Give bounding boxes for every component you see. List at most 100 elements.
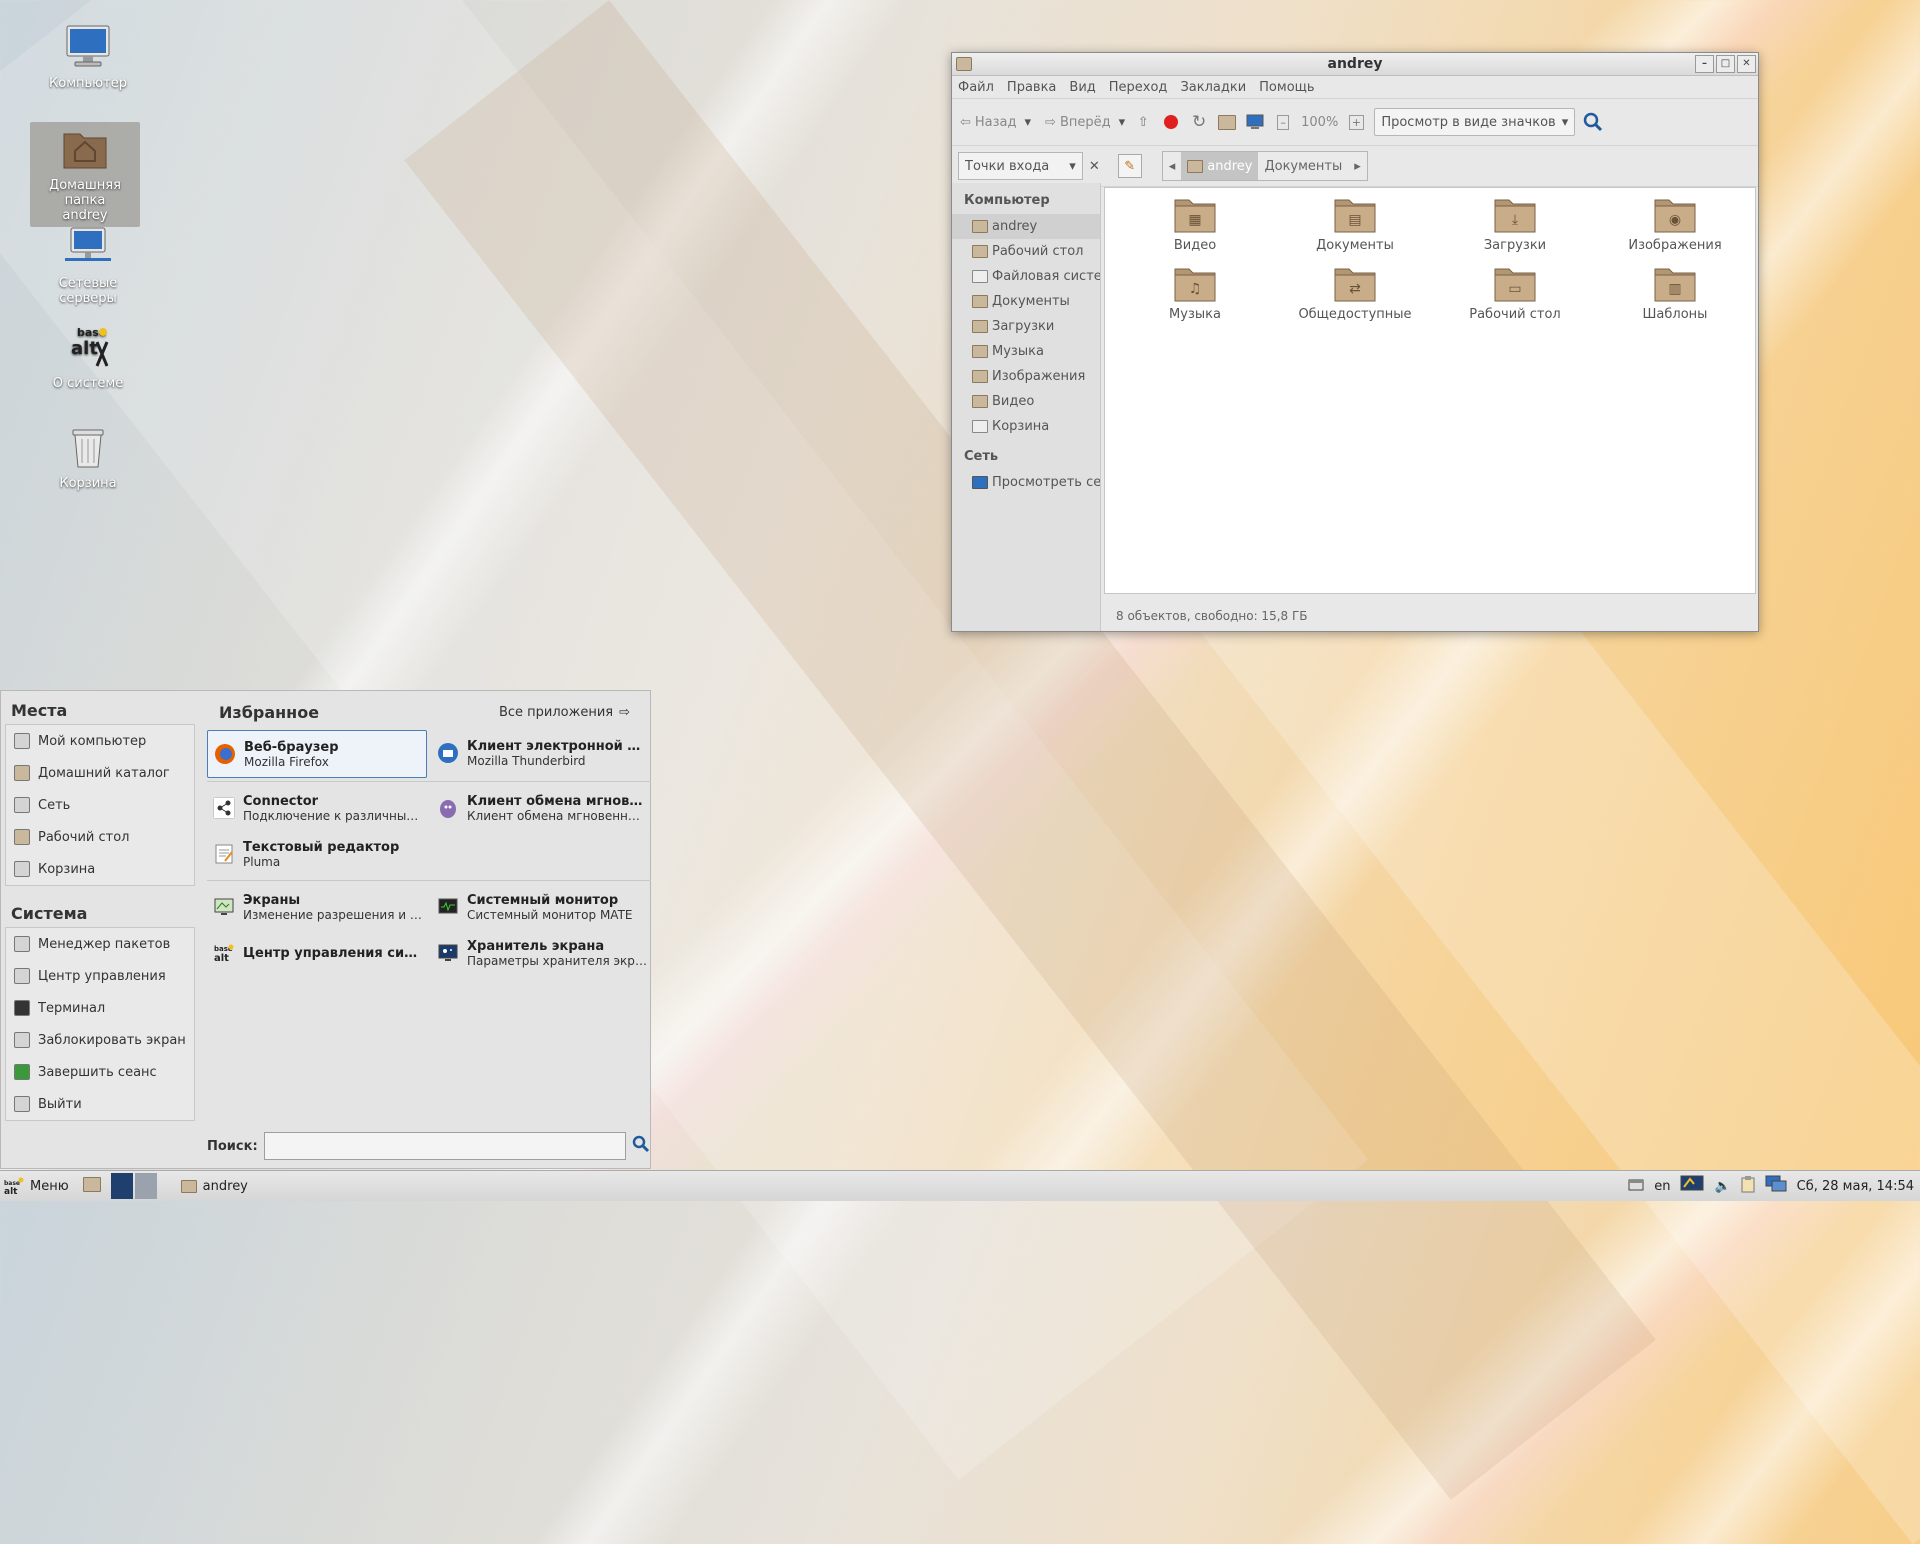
place-network[interactable]: Сеть bbox=[6, 789, 194, 821]
desktop-icon-network-servers[interactable]: Сетевые серверы bbox=[33, 222, 143, 306]
launcher-home-folder[interactable] bbox=[82, 1176, 101, 1196]
path-crumb-andrey[interactable]: andrey bbox=[1181, 152, 1259, 180]
menu-file[interactable]: Файл bbox=[958, 80, 994, 95]
path-scroll-right[interactable]: ▸ bbox=[1348, 152, 1367, 180]
place-home[interactable]: Домашний каталог bbox=[6, 757, 194, 789]
zoom-in-button[interactable]: + bbox=[1346, 112, 1366, 132]
sidebar-item-music[interactable]: Музыка bbox=[952, 339, 1100, 364]
system-logout[interactable]: Завершить сеанс bbox=[6, 1056, 194, 1088]
folder-item-pictures[interactable]: ◉ Изображения bbox=[1595, 194, 1755, 253]
sidebar-item-videos[interactable]: Видео bbox=[952, 389, 1100, 414]
home-button[interactable] bbox=[1217, 112, 1237, 132]
sidebar-item-documents[interactable]: Документы bbox=[952, 289, 1100, 314]
window-titlebar[interactable]: andrey – □ ✕ bbox=[952, 53, 1758, 76]
network-applet[interactable] bbox=[1765, 1175, 1787, 1197]
folder-item-music[interactable]: ♫ Музыка bbox=[1115, 263, 1275, 322]
menu-help[interactable]: Помощь bbox=[1259, 80, 1314, 95]
close-button[interactable]: ✕ bbox=[1737, 55, 1756, 73]
clock[interactable]: Сб, 28 мая, 14:54 bbox=[1797, 1179, 1914, 1194]
terminal-icon bbox=[14, 1000, 30, 1016]
stop-button[interactable] bbox=[1161, 112, 1181, 132]
places-combo[interactable]: Точки входа ▾ bbox=[958, 152, 1083, 180]
app-system-control-center[interactable]: basealt Центр управления систем... bbox=[207, 930, 427, 976]
forward-history-dropdown[interactable]: ▾ bbox=[1119, 115, 1126, 130]
all-apps-button[interactable]: Все приложения ⇨ bbox=[499, 705, 630, 720]
workspace-1[interactable] bbox=[110, 1173, 133, 1199]
search-button[interactable] bbox=[632, 1135, 650, 1157]
desktop-icon-computer[interactable]: Компьютер bbox=[33, 22, 143, 91]
search-input[interactable] bbox=[263, 1132, 626, 1160]
app-title: Системный монитор bbox=[467, 892, 619, 908]
clipboard-icon-applet[interactable] bbox=[1741, 1175, 1755, 1197]
sidebar-item-desktop[interactable]: Рабочий стол bbox=[952, 239, 1100, 264]
search-button[interactable] bbox=[1583, 112, 1603, 132]
place-my-computer[interactable]: Мой компьютер bbox=[6, 725, 194, 757]
minimize-button[interactable]: – bbox=[1695, 55, 1714, 73]
back-history-dropdown[interactable]: ▾ bbox=[1025, 115, 1032, 130]
app-displays[interactable]: Экраны Изменение разрешения и п... bbox=[207, 884, 427, 930]
taskbar-window-andrey[interactable]: andrey bbox=[173, 1173, 256, 1199]
zoom-out-button[interactable]: – bbox=[1273, 112, 1293, 132]
sidebar-item-filesystem[interactable]: Файловая систе... bbox=[952, 264, 1100, 289]
folder-item-desktop[interactable]: ▭ Рабочий стол bbox=[1435, 263, 1595, 322]
forward-button[interactable]: ⇨ Вперёд bbox=[1045, 115, 1111, 130]
sidebar-item-browse-network[interactable]: Просмотреть сеть bbox=[952, 470, 1100, 495]
folder-item-public[interactable]: ⇄ Общедоступные bbox=[1275, 263, 1435, 322]
clipboard-applet[interactable] bbox=[1628, 1177, 1644, 1195]
location-bar: Точки входа ▾ ✕ ✎ ◂ andrey Документы ▸ bbox=[952, 146, 1758, 187]
forward-label: Вперёд bbox=[1059, 114, 1111, 130]
volume-applet[interactable]: 🔈 bbox=[1714, 1179, 1730, 1194]
display-applet[interactable] bbox=[1680, 1175, 1704, 1197]
system-control-center[interactable]: Центр управления bbox=[6, 960, 194, 992]
folder-item-documents[interactable]: ▤ Документы bbox=[1275, 194, 1435, 253]
sidebar-item-downloads[interactable]: Загрузки bbox=[952, 314, 1100, 339]
app-web-browser[interactable]: Веб-браузер Mozilla Firefox bbox=[207, 730, 427, 778]
place-desktop[interactable]: Рабочий стол bbox=[6, 821, 194, 853]
workspace-switcher[interactable] bbox=[110, 1173, 157, 1199]
close-sidebar-button[interactable]: ✕ bbox=[1089, 159, 1100, 174]
desktop-icon-home-folder[interactable]: Домашняя папка andrey bbox=[30, 122, 140, 227]
folder-item-downloads[interactable]: ⤓ Загрузки bbox=[1435, 194, 1595, 253]
path-crumb-documents[interactable]: Документы bbox=[1258, 152, 1348, 180]
up-button[interactable]: ⇧ bbox=[1133, 112, 1153, 132]
app-subtitle: Клиент обмена мгновенным... bbox=[467, 808, 647, 823]
view-mode-select[interactable]: Просмотр в виде значков ▾ bbox=[1374, 108, 1576, 136]
edit-location-button[interactable]: ✎ bbox=[1117, 154, 1142, 178]
app-screensaver[interactable]: Хранитель экрана Параметры хранителя экра… bbox=[431, 930, 651, 976]
app-email-client[interactable]: Клиент электронной почтыMozilla Thunderb… bbox=[431, 730, 651, 776]
back-button[interactable]: ⇦ Назад bbox=[960, 115, 1017, 130]
workspace-2[interactable] bbox=[134, 1173, 157, 1199]
system-lock-screen[interactable]: Заблокировать экран bbox=[6, 1024, 194, 1056]
app-system-monitor[interactable]: Системный монитор Системный монитор MATE bbox=[431, 884, 651, 930]
app-instant-messenger[interactable]: Клиент обмена мгновенны...Клиент обмена … bbox=[431, 785, 651, 831]
system-terminal[interactable]: Терминал bbox=[6, 992, 194, 1024]
menu-button[interactable]: base alt Меню bbox=[4, 1173, 77, 1199]
svg-text:▭: ▭ bbox=[1508, 281, 1521, 297]
desktop-icon-trash[interactable]: Корзина bbox=[33, 422, 143, 491]
sidebar-item-trash[interactable]: Корзина bbox=[952, 414, 1100, 439]
path-scroll-left[interactable]: ◂ bbox=[1163, 152, 1182, 180]
downloads-folder-icon bbox=[972, 320, 988, 333]
reload-button[interactable]: ↻ bbox=[1189, 112, 1209, 132]
place-label: Корзина bbox=[38, 861, 96, 877]
system-package-manager[interactable]: Менеджер пакетов bbox=[6, 928, 194, 960]
sidebar-item-pictures[interactable]: Изображения bbox=[952, 364, 1100, 389]
app-text-editor[interactable]: Текстовый редактор Pluma bbox=[207, 831, 427, 877]
clipboard-icon bbox=[1741, 1176, 1755, 1193]
sidebar-item-andrey[interactable]: andrey bbox=[952, 214, 1100, 239]
folder-item-templates[interactable]: ▥ Шаблоны bbox=[1595, 263, 1755, 322]
menu-view[interactable]: Вид bbox=[1069, 80, 1095, 95]
menu-go[interactable]: Переход bbox=[1109, 80, 1168, 95]
icon-view[interactable]: ▦ Видео ▤ Документы ⤓ Загрузки ◉ Изображения ♫ Му… bbox=[1104, 187, 1756, 594]
menu-edit[interactable]: Правка bbox=[1007, 80, 1056, 95]
desktop-icon-label: О системе bbox=[52, 376, 124, 391]
folder-item-videos[interactable]: ▦ Видео bbox=[1115, 194, 1275, 253]
maximize-button[interactable]: □ bbox=[1716, 55, 1735, 73]
app-connector[interactable]: Connector Подключение к различным с... bbox=[207, 785, 427, 831]
system-shutdown[interactable]: Выйти bbox=[6, 1088, 194, 1120]
place-trash[interactable]: Корзина bbox=[6, 853, 194, 885]
desktop-icon-about-system[interactable]: base alt О системе bbox=[33, 322, 143, 391]
menu-bookmarks[interactable]: Закладки bbox=[1180, 80, 1246, 95]
computer-button[interactable] bbox=[1245, 112, 1265, 132]
keyboard-layout[interactable]: en bbox=[1654, 1179, 1670, 1194]
